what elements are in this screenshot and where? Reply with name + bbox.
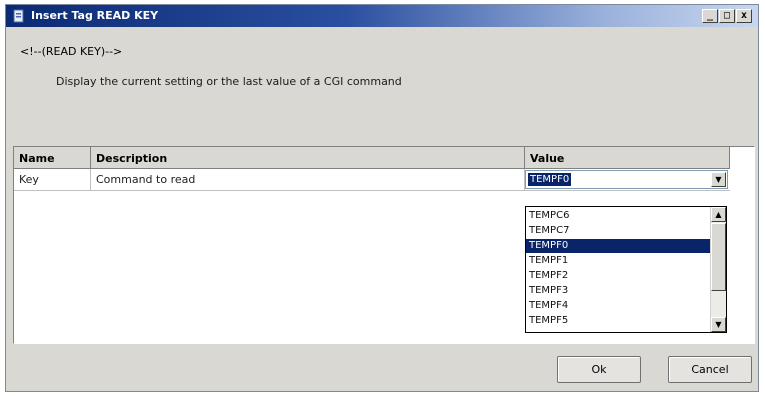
value-dropdown-list[interactable]: TEMPC6 TEMPC7 TEMPF0 TEMPF1 TEMPF2 TEMPF… (525, 206, 727, 333)
list-item-selected[interactable]: TEMPF0 (526, 239, 710, 253)
header-name[interactable]: Name (14, 147, 91, 169)
ok-button[interactable]: Ok (557, 356, 641, 383)
list-item[interactable]: TEMPF5 (526, 314, 710, 328)
dropdown-arrow-icon[interactable]: ▼ (711, 172, 726, 187)
minimize-button[interactable]: _ (702, 9, 718, 23)
row-name: Key (14, 169, 91, 190)
table-row[interactable]: Key Command to read TEMPF0 ▼ (14, 169, 730, 191)
arrow-down-icon[interactable]: ▼ (711, 317, 726, 332)
tag-icon (13, 9, 24, 23)
tag-description: Display the current setting or the last … (56, 75, 402, 88)
list-item[interactable]: TEMPF2 (526, 269, 710, 283)
list-item[interactable]: TEMPF1 (526, 254, 710, 268)
header-value[interactable]: Value (525, 147, 730, 169)
list-item[interactable]: TEMPF4 (526, 299, 710, 313)
title-bar[interactable]: Insert Tag READ KEY _ □ x (6, 5, 758, 27)
maximize-button[interactable]: □ (719, 9, 735, 23)
window-title: Insert Tag READ KEY (31, 9, 159, 22)
row-description: Command to read (91, 169, 525, 190)
list-item[interactable]: TEMPF3 (526, 284, 710, 298)
list-item[interactable]: TEMPC6 (526, 209, 710, 223)
dropdown-scrollbar[interactable]: ▲ ▼ (710, 207, 726, 332)
scrollbar-thumb[interactable] (711, 223, 726, 291)
close-button[interactable]: x (736, 9, 752, 23)
tag-code-label: <!--(READ KEY)--> (20, 45, 123, 58)
cancel-button[interactable]: Cancel (668, 356, 752, 383)
list-item[interactable]: TEMPC7 (526, 224, 710, 238)
arrow-up-icon[interactable]: ▲ (711, 207, 726, 222)
window-controls: _ □ x (701, 8, 752, 23)
combobox-selected-value: TEMPF0 (528, 173, 572, 186)
grid-header: Name Description Value (14, 147, 730, 169)
value-combobox[interactable]: TEMPF0 ▼ (525, 170, 728, 189)
header-description[interactable]: Description (91, 147, 525, 169)
